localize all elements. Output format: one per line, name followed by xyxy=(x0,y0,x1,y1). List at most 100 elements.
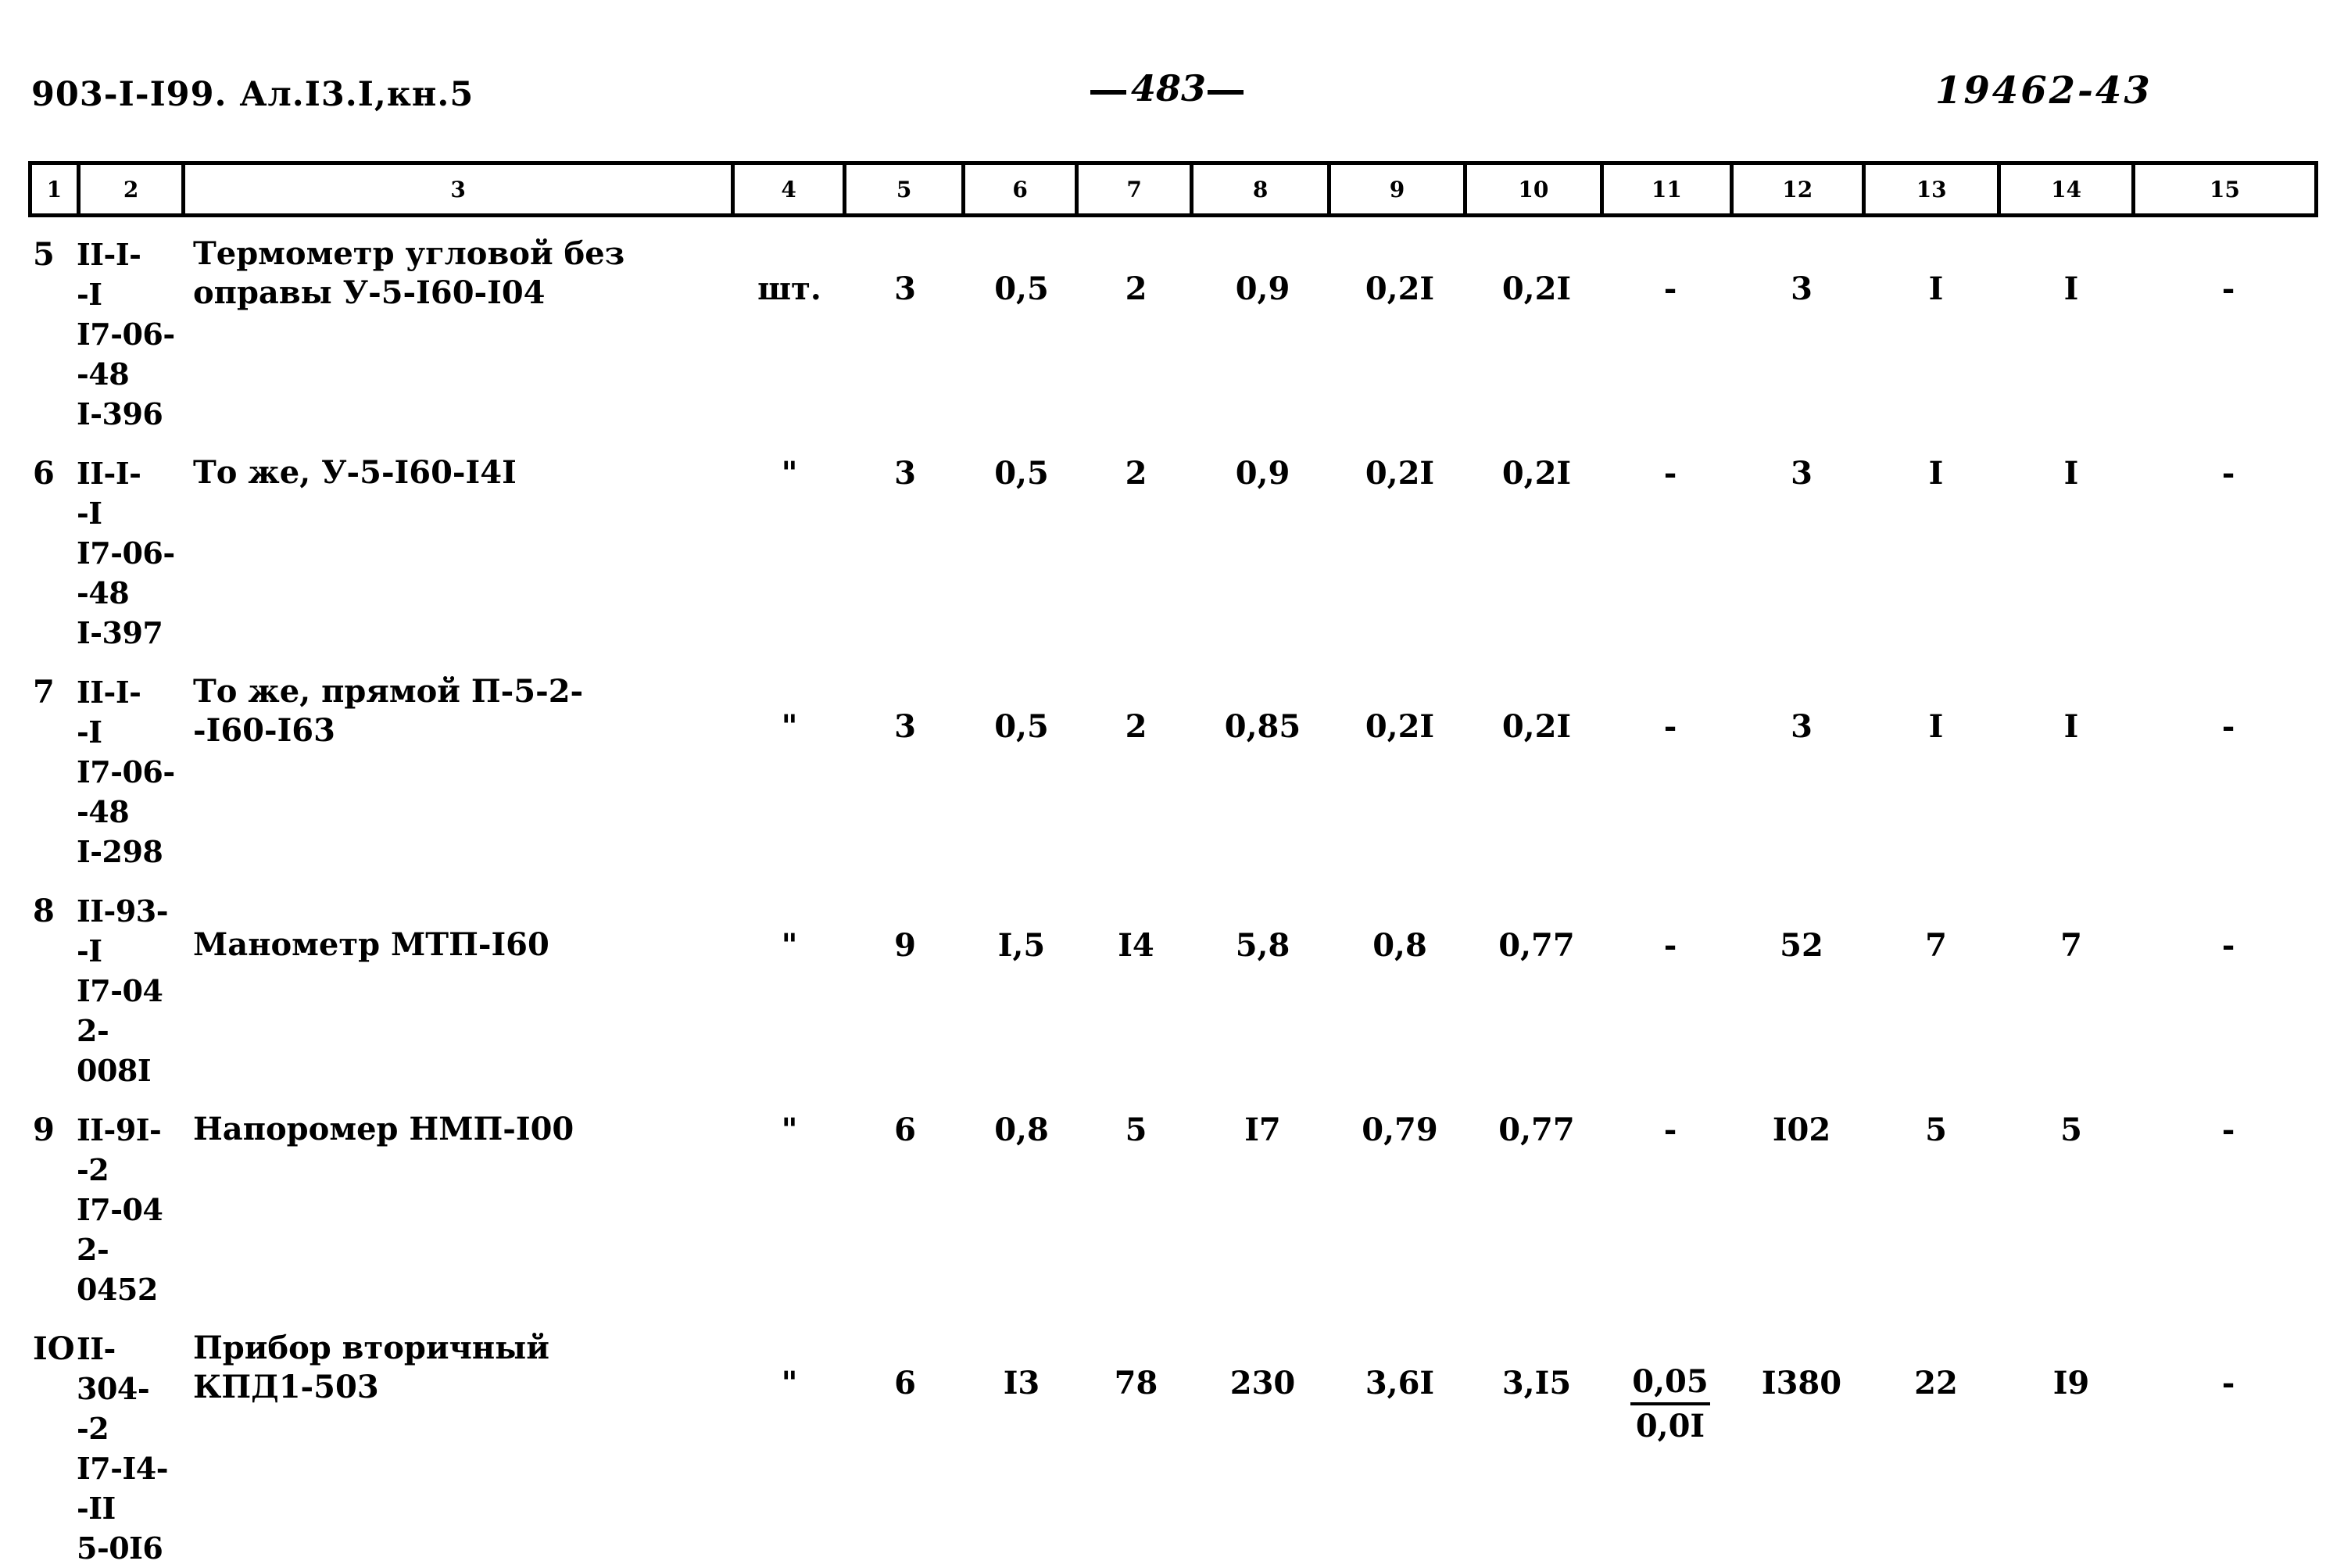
cell-col9: 0,8 xyxy=(1372,927,1427,964)
cell-col11: - xyxy=(1663,1112,1677,1148)
cell-col7: I4 xyxy=(1118,927,1154,964)
table-row: 6 II-I- -I I7-06- -48 I-397 То же, У-5-I… xyxy=(28,453,2318,672)
table-row: IO II-304- -2 I7-I4- -II 5-0I6 Прибор вт… xyxy=(28,1329,2318,1566)
cell-col7: 5 xyxy=(1125,1112,1147,1148)
cell-col14: I xyxy=(2063,708,2079,745)
cell-unit: " xyxy=(781,708,798,745)
cell-col9: 0,2I xyxy=(1365,270,1435,307)
cell-col11: - xyxy=(1663,455,1677,492)
column-header-8: 8 xyxy=(1193,165,1332,213)
cell-col13: 5 xyxy=(1925,1112,1947,1148)
cell-col9: 0,2I xyxy=(1365,455,1435,492)
cell-col10: 0,77 xyxy=(1498,927,1575,964)
table-row: 9 II-9I- -2 I7-04 2-0452 Напоромер НМП-I… xyxy=(28,1110,2318,1329)
cell-col8: 0,9 xyxy=(1235,270,1290,307)
cell-name: Напоромер НМП-I00 xyxy=(193,1111,574,1147)
page-number-value: 483 xyxy=(1131,67,1207,109)
cell-code: II-I- -I I7-06- -48 I-397 xyxy=(77,456,175,650)
cell-name: Термометр угловой без оправы У-5-I60-I04 xyxy=(193,235,625,311)
cell-col11: - xyxy=(1663,708,1677,745)
cell-col6: 0,5 xyxy=(994,270,1049,307)
cell-col15: - xyxy=(2221,270,2235,307)
cell-col13: I xyxy=(1928,270,1944,307)
archive-number: 19462-43 xyxy=(1935,69,2153,113)
fraction-numerator: 0,05 xyxy=(1630,1363,1710,1405)
cell-position: 6 xyxy=(33,455,55,492)
cell-col9: 0,2I xyxy=(1365,708,1435,745)
column-header-12: 12 xyxy=(1734,165,1866,213)
cell-col8: 0,85 xyxy=(1224,708,1301,745)
cell-code: II-304- -2 I7-I4- -II 5-0I6 xyxy=(77,1331,168,1566)
cell-position: 8 xyxy=(33,893,55,929)
cell-col7: 2 xyxy=(1125,270,1147,307)
column-header-4: 4 xyxy=(735,165,847,213)
column-header-3: 3 xyxy=(185,165,735,213)
table-row: 8 II-93- -I I7-04 2-008I Манометр МТП-I6… xyxy=(28,891,2318,1110)
cell-name: Манометр МТП-I60 xyxy=(193,926,549,963)
cell-col12: I380 xyxy=(1761,1365,1842,1402)
column-header-6: 6 xyxy=(965,165,1079,213)
cell-col8: I7 xyxy=(1244,1112,1281,1148)
cell-col11: - xyxy=(1663,270,1677,307)
cell-name: То же, У-5-I60-I4I xyxy=(193,454,517,491)
cell-unit: " xyxy=(781,455,798,492)
fraction-denominator: 0,0I xyxy=(1635,1408,1705,1444)
cell-col7: 78 xyxy=(1114,1365,1158,1402)
cell-col8: 5,8 xyxy=(1235,927,1290,964)
cell-unit: " xyxy=(781,1365,798,1402)
cell-col6: 0,8 xyxy=(994,1112,1049,1148)
cell-col14: I xyxy=(2063,455,2079,492)
cell-col12: 3 xyxy=(1791,270,1813,307)
column-header-11: 11 xyxy=(1604,165,1734,213)
cell-name: То же, прямой П-5-2- -I60-I63 xyxy=(193,673,584,749)
cell-position: 5 xyxy=(33,236,55,273)
cell-col11: - xyxy=(1663,927,1677,964)
cell-unit: " xyxy=(781,927,798,964)
cell-col8: 230 xyxy=(1229,1365,1296,1402)
cell-col6: 0,5 xyxy=(994,708,1049,745)
cell-position: 7 xyxy=(33,674,55,711)
cell-col6: I3 xyxy=(1003,1365,1040,1402)
cell-position: IO xyxy=(33,1330,75,1367)
cell-code: II-9I- -2 I7-04 2-0452 xyxy=(77,1112,163,1307)
cell-col13: I xyxy=(1928,455,1944,492)
cell-col11-fraction: 0,05 0,0I xyxy=(1605,1329,1735,1447)
cell-col14: I xyxy=(2063,270,2079,307)
cell-col14: 7 xyxy=(2060,927,2082,964)
cell-col12: 3 xyxy=(1791,455,1813,492)
cell-code: II-93- -I I7-04 2-008I xyxy=(77,893,168,1088)
cell-col12: I02 xyxy=(1772,1112,1831,1148)
column-header-9: 9 xyxy=(1331,165,1467,213)
cell-col10: 0,2I xyxy=(1501,708,1572,745)
cell-unit: " xyxy=(781,1112,798,1148)
cell-col12: 52 xyxy=(1780,927,1823,964)
column-header-15: 15 xyxy=(2209,176,2240,202)
cell-code: II-I- -I I7-06- -48 I-396 xyxy=(77,237,175,431)
cell-col5: 6 xyxy=(894,1365,916,1402)
cell-col5: 6 xyxy=(894,1112,916,1148)
cell-col15: - xyxy=(2221,1365,2235,1402)
fraction: 0,05 0,0I xyxy=(1630,1363,1710,1445)
cell-col6: I,5 xyxy=(997,927,1046,964)
cell-col9: 3,6I xyxy=(1365,1365,1435,1402)
cell-col6: 0,5 xyxy=(994,455,1049,492)
page-header: 903-I-I99. Ал.I3.I,кн.5 483 19462-43 xyxy=(0,67,2344,138)
cell-col13: 7 xyxy=(1925,927,1947,964)
cell-col15: - xyxy=(2221,708,2235,745)
cell-col7: 2 xyxy=(1125,708,1147,745)
cell-col13: 22 xyxy=(1914,1365,1958,1402)
cell-col14: 5 xyxy=(2060,1112,2082,1148)
column-header-7: 7 xyxy=(1079,165,1193,213)
column-header-10: 10 xyxy=(1467,165,1605,213)
cell-col5: 3 xyxy=(894,270,916,307)
column-header-2: 2 xyxy=(81,165,186,213)
page-number-dash-right xyxy=(1208,89,1244,95)
page-number: 483 xyxy=(1090,67,1244,109)
cell-code: II-I- -I I7-06- -48 I-298 xyxy=(77,675,175,869)
cell-position: 9 xyxy=(33,1112,55,1148)
cell-col14: I9 xyxy=(2052,1365,2090,1402)
cell-col9: 0,79 xyxy=(1362,1112,1438,1148)
cell-name: Прибор вторичный КПД1-503 xyxy=(193,1330,549,1405)
page-number-dash-left xyxy=(1090,89,1126,95)
table-row: 7 II-I- -I I7-06- -48 I-298 То же, прямо… xyxy=(28,672,2318,891)
